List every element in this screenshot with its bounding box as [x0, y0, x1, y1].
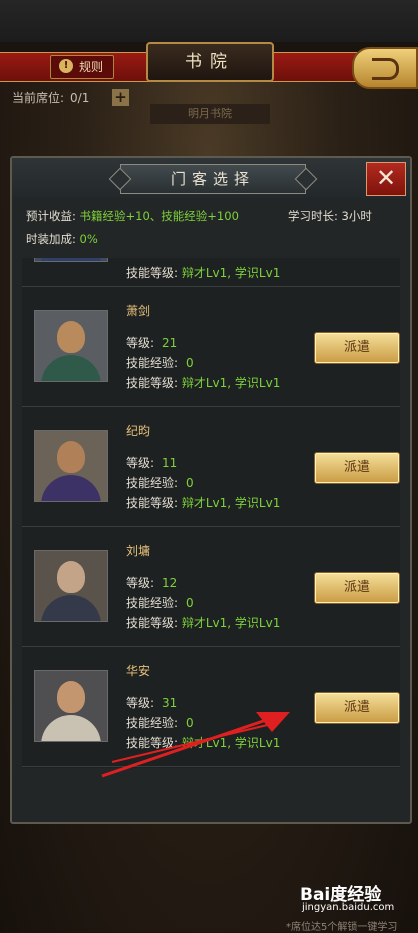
top-bar — [0, 0, 418, 42]
page-title: 书院 — [146, 42, 274, 82]
expected-gain: 预计收益: 书籍经验+10、技能经验+100 — [26, 208, 239, 224]
skill-exp-row: 技能经验: 0 — [126, 474, 194, 491]
skill-level-label: 技能等级: — [126, 736, 179, 750]
level-value: 11 — [162, 456, 178, 470]
level-label: 等级: — [126, 576, 155, 590]
level-value: 12 — [162, 576, 178, 590]
skill-exp-value: 0 — [186, 716, 194, 730]
level-row: 等级: 31 — [126, 694, 177, 711]
add-seat-button[interactable]: + — [112, 89, 129, 106]
skill-level-label: 技能等级: — [126, 616, 179, 630]
retainer-name: 刘墉 — [126, 544, 151, 558]
retainer-name: 华安 — [126, 664, 151, 678]
level-row: 等级: 11 — [126, 454, 177, 471]
portrait-image — [34, 430, 108, 502]
dispatch-button[interactable]: 派遣 — [314, 452, 400, 484]
skill-exp-row: 技能经验: 0 — [126, 354, 194, 371]
skill-level-value: 辩才Lv1, 学识Lv1 — [181, 736, 281, 750]
skill-level-row: 技能等级: 辩才Lv1, 学识Lv1 — [126, 734, 280, 751]
dispatch-button[interactable]: 派遣 — [314, 332, 400, 364]
skill-exp-row: 技能经验: 0 — [126, 714, 194, 731]
partial-skill-row: 技能等级: 辩才Lv1, 学识Lv1 — [126, 264, 280, 281]
retainer-list[interactable]: 技能等级: 辩才Lv1, 学识Lv1 萧剑 等级: 21 技能经验: 0 技能等级:… — [22, 258, 400, 768]
level-value: 21 — [162, 336, 178, 350]
skill-level-value: 辩才Lv1, 学识Lv1 — [181, 376, 281, 390]
skill-level-label: 技能等级: — [126, 496, 179, 510]
skill-exp-label: 技能经验: — [126, 716, 179, 730]
skill-exp-value: 0 — [186, 356, 194, 370]
academy-plaque: 明月书院 — [150, 104, 270, 124]
expected-gain-value: 书籍经验+10、技能经验+100 — [79, 209, 239, 223]
watermark-url: jingyan.baidu.com — [302, 902, 395, 913]
list-item: 萧剑 等级: 21 技能经验: 0 技能等级: 辩才Lv1, 学识Lv1 派遣 — [22, 288, 400, 407]
exclamation-icon: ! — [59, 59, 73, 73]
skill-exp-row: 技能经验: 0 — [126, 594, 194, 611]
seat-counter: 当前席位: 0/1 — [12, 89, 89, 107]
skill-level-value: 辩才Lv1, 学识Lv1 — [181, 496, 281, 510]
skill-level-label: 技能等级: — [126, 376, 179, 390]
skill-exp-label: 技能经验: — [126, 356, 179, 370]
list-item: 华安 等级: 31 技能经验: 0 技能等级: 辩才Lv1, 学识Lv1 派遣 — [22, 648, 400, 767]
rules-button[interactable]: ! 规则 — [50, 55, 115, 79]
skill-level-value: 辩才Lv1, 学识Lv1 — [181, 266, 281, 280]
portrait-image — [34, 310, 108, 382]
level-label: 等级: — [126, 336, 155, 350]
level-label: 等级: — [126, 456, 155, 470]
list-item: 刘墉 等级: 12 技能经验: 0 技能等级: 辩才Lv1, 学识Lv1 派遣 — [22, 528, 400, 647]
level-value: 31 — [162, 696, 178, 710]
portrait-image — [34, 670, 108, 742]
skill-exp-value: 0 — [186, 596, 194, 610]
study-time: 学习时长: 3小时 — [288, 208, 372, 224]
level-row: 等级: 21 — [126, 334, 177, 351]
skill-level-row: 技能等级: 辩才Lv1, 学识Lv1 — [126, 494, 280, 511]
modal-title: 门客选择 — [120, 164, 306, 194]
costume-bonus-value: 0% — [79, 232, 98, 246]
close-button[interactable]: ✕ — [366, 162, 406, 196]
skill-exp-label: 技能经验: — [126, 596, 179, 610]
dispatch-button[interactable]: 派遣 — [314, 692, 400, 724]
retainer-name: 纪昀 — [126, 424, 151, 438]
costume-bonus-label: 时装加成: — [26, 232, 76, 246]
return-button[interactable] — [352, 47, 418, 89]
seat-label: 当前席位: — [12, 91, 65, 105]
study-time-value: 3小时 — [341, 209, 372, 223]
seat-value: 0/1 — [70, 91, 90, 105]
level-label: 等级: — [126, 696, 155, 710]
skill-exp-value: 0 — [186, 476, 194, 490]
skill-exp-label: 技能经验: — [126, 476, 179, 490]
list-item: 技能等级: 辩才Lv1, 学识Lv1 — [22, 258, 400, 287]
portrait-image — [34, 258, 108, 262]
retainer-select-modal: 门客选择 ✕ 预计收益: 书籍经验+10、技能经验+100 学习时长: 3小时 … — [10, 156, 412, 824]
retainer-name: 萧剑 — [126, 304, 151, 318]
skill-level-row: 技能等级: 辩才Lv1, 学识Lv1 — [126, 614, 280, 631]
level-row: 等级: 12 — [126, 574, 177, 591]
unlock-hint: *席位达5个解锁一键学习 — [286, 922, 398, 933]
dispatch-button[interactable]: 派遣 — [314, 572, 400, 604]
skill-level-label: 技能等级: — [126, 266, 179, 280]
skill-level-row: 技能等级: 辩才Lv1, 学识Lv1 — [126, 374, 280, 391]
list-item: 纪昀 等级: 11 技能经验: 0 技能等级: 辩才Lv1, 学识Lv1 派遣 — [22, 408, 400, 527]
rules-label: 规则 — [79, 60, 104, 74]
portrait-image — [34, 550, 108, 622]
study-time-label: 学习时长: — [288, 209, 338, 223]
return-arrow-icon — [372, 58, 399, 80]
skill-level-value: 辩才Lv1, 学识Lv1 — [181, 616, 281, 630]
expected-gain-label: 预计收益: — [26, 209, 76, 223]
costume-bonus: 时装加成: 0% — [26, 231, 98, 247]
